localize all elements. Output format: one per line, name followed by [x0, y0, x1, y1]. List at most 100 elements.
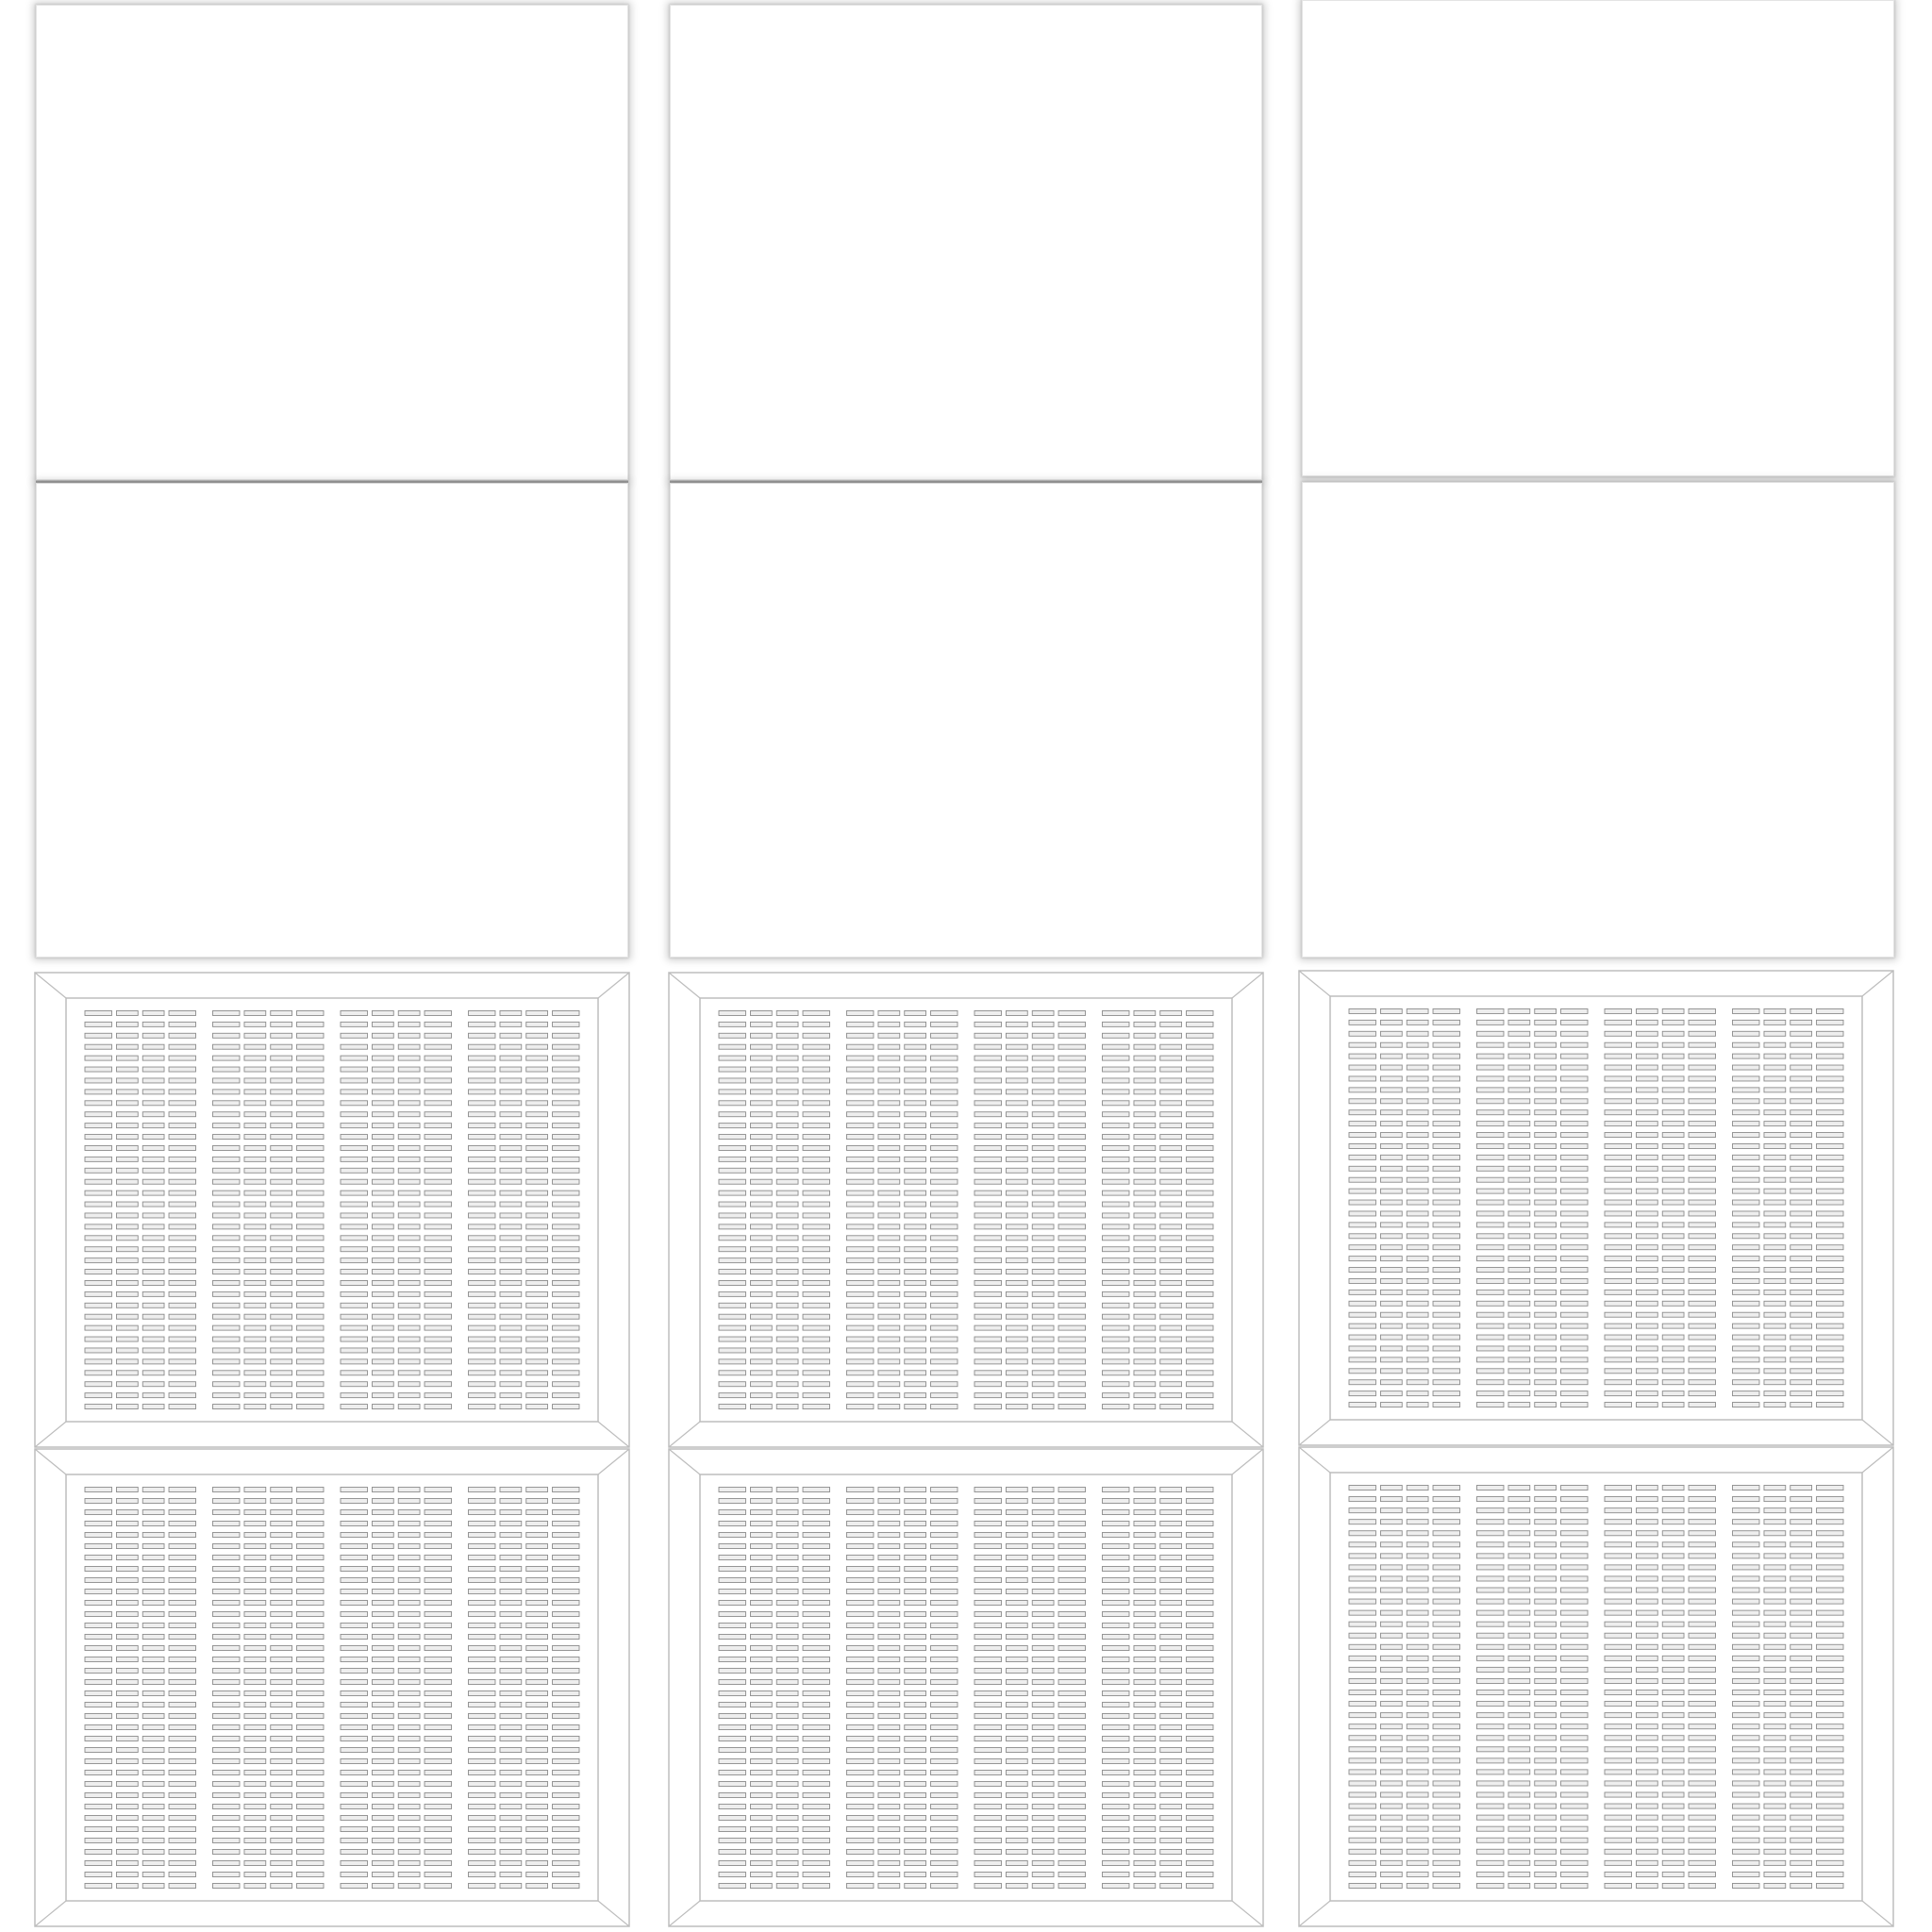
slot	[930, 1370, 958, 1376]
blank-panel-r2-c3[interactable]	[1302, 482, 1894, 958]
slot	[1159, 1792, 1182, 1798]
slot	[1560, 1825, 1589, 1832]
blank-panel-r1-c3[interactable]	[1302, 0, 1894, 476]
slot	[1031, 1623, 1055, 1628]
slot	[552, 1257, 580, 1264]
slot	[1133, 1269, 1157, 1274]
slot	[142, 1555, 165, 1560]
slot	[877, 1792, 901, 1798]
slot-panel-r4-c2[interactable]	[668, 1448, 1264, 1927]
slot	[116, 1668, 139, 1674]
slot	[1688, 1825, 1716, 1832]
slot-panel-r4-c1[interactable]	[34, 1448, 630, 1927]
slot	[116, 1634, 139, 1640]
slot	[243, 1111, 267, 1118]
slot	[877, 1257, 901, 1264]
slot	[1560, 1256, 1589, 1262]
slot	[1763, 1087, 1787, 1093]
slot	[802, 1487, 830, 1492]
slot	[372, 1532, 394, 1538]
slot	[750, 1167, 773, 1174]
slot	[1058, 1498, 1086, 1504]
slot	[84, 1543, 112, 1549]
slot	[877, 1838, 901, 1843]
slot	[1790, 1519, 1812, 1525]
slot	[974, 1145, 1002, 1151]
slot	[212, 1736, 241, 1741]
slot	[718, 1381, 746, 1388]
slot	[468, 1167, 496, 1174]
slot	[1406, 1278, 1429, 1284]
slot	[974, 1381, 1002, 1388]
slot	[116, 1826, 139, 1832]
slot-panel-r3-c3[interactable]	[1298, 970, 1894, 1446]
slot	[1348, 1530, 1376, 1537]
slot	[243, 1404, 267, 1409]
slot	[1380, 1780, 1403, 1787]
slot	[1348, 1143, 1376, 1149]
slot	[1732, 1368, 1760, 1374]
slot	[116, 1392, 139, 1399]
slot	[846, 1381, 874, 1388]
slot	[974, 1532, 1002, 1538]
slot	[775, 1190, 799, 1196]
slot	[1159, 1156, 1182, 1162]
slot	[1432, 1791, 1460, 1798]
slot	[1031, 1657, 1055, 1662]
slot	[904, 1543, 926, 1549]
slot	[1732, 1087, 1760, 1093]
slot	[552, 1747, 580, 1753]
slot	[1058, 1010, 1086, 1016]
panel-grid-view	[0, 0, 1932, 1932]
slot	[1763, 1098, 1787, 1105]
blank-panel-r2-c2[interactable]	[670, 483, 1262, 958]
slot	[1186, 1872, 1214, 1877]
slot	[1763, 1677, 1787, 1684]
slot	[930, 1313, 958, 1320]
slot	[1476, 1609, 1505, 1616]
slot	[212, 1134, 241, 1140]
slot	[877, 1634, 901, 1640]
slot	[552, 1291, 580, 1297]
slot	[1476, 1143, 1505, 1149]
slot	[775, 1123, 799, 1129]
slot	[1031, 1679, 1055, 1685]
slot	[243, 1521, 267, 1526]
slot	[1133, 1190, 1157, 1196]
slot	[904, 1370, 926, 1376]
slot	[718, 1815, 746, 1821]
blank-panel-r1-c1[interactable]	[36, 5, 628, 480]
slot	[1763, 1278, 1787, 1284]
slot	[1348, 1825, 1376, 1832]
slot	[904, 1679, 926, 1685]
slot	[340, 1370, 368, 1376]
slot	[296, 1815, 325, 1821]
slot-panel-r4-c3[interactable]	[1298, 1446, 1894, 1927]
slot	[1560, 1530, 1589, 1537]
slot	[397, 1555, 421, 1560]
blank-panel-r1-c2[interactable]	[670, 5, 1262, 480]
slot	[1604, 1132, 1632, 1138]
slot	[1380, 1132, 1403, 1138]
slot	[1102, 1392, 1130, 1399]
slot-panel-r3-c1[interactable]	[34, 972, 630, 1448]
slot	[1560, 1345, 1589, 1352]
slot	[1348, 1334, 1376, 1341]
slot	[552, 1145, 580, 1151]
slot	[397, 1404, 421, 1409]
slot-panel-r3-c2[interactable]	[668, 972, 1264, 1448]
slot	[372, 1623, 394, 1628]
slot	[243, 1736, 267, 1741]
slot	[1133, 1521, 1157, 1526]
slot	[904, 1736, 926, 1741]
slot	[1790, 1368, 1812, 1374]
slot	[243, 1291, 267, 1297]
blank-panel-r2-c1[interactable]	[36, 483, 628, 958]
slot	[1058, 1123, 1086, 1129]
slot	[168, 1280, 196, 1286]
slot	[1790, 1210, 1812, 1217]
slot	[1763, 1519, 1787, 1525]
slot	[397, 1089, 421, 1095]
slot	[270, 1324, 292, 1331]
slot	[750, 1849, 773, 1855]
